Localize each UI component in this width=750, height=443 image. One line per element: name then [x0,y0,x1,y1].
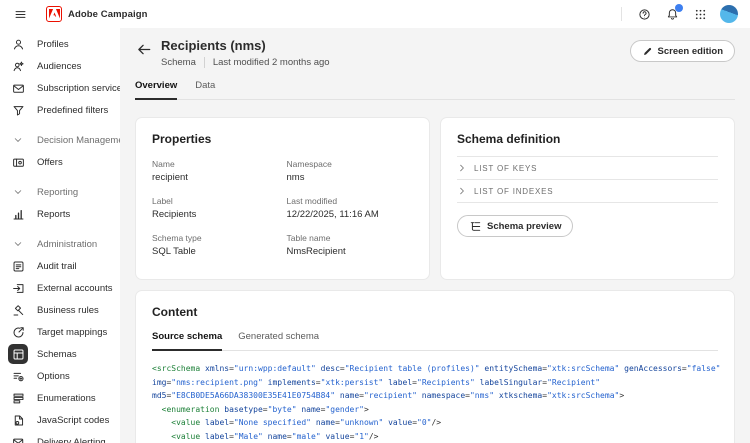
sidebar-item-predefined-filters[interactable]: Predefined filters [0,99,120,121]
content-tab-source-schema[interactable]: Source schema [152,331,222,351]
content-tab-generated-schema[interactable]: Generated schema [238,331,319,351]
back-arrow-icon [137,42,152,57]
app-name: Adobe Campaign [68,9,148,20]
sidebar: Profiles Audiences Subscription services… [0,28,120,443]
property-field-last-modified: Last modified 12/22/2025, 11:16 AM [287,196,414,220]
pencil-icon [642,46,653,57]
brand: Adobe Campaign [46,6,148,22]
properties-card: Properties Name recipient Namespace nms [135,117,430,280]
properties-title: Properties [152,132,413,146]
sidebar-item-business-rules[interactable]: Business rules [0,299,120,321]
property-field-label: Label Recipients [152,196,279,220]
back-button[interactable] [135,40,153,58]
subtitle-divider [204,57,205,68]
topbar-action-button[interactable] [692,6,709,23]
sidebar-item-reporting[interactable]: Reporting [0,181,120,203]
sidebar-item-schemas[interactable]: Schemas [0,343,120,365]
main-content: Recipients (nms) Schema Last modified 2 … [120,28,750,443]
audiences-icon [8,56,28,76]
property-field-namespace: Namespace nms [287,159,414,183]
filter-icon [8,100,28,120]
options-icon [8,366,28,386]
screen-edition-button[interactable]: Screen edition [630,40,735,62]
page-subtitle: Schema Last modified 2 months ago [161,57,330,68]
code-line: img="nms:recipient.png" implements="xtk:… [152,376,718,390]
topbar: Adobe Campaign [0,0,750,28]
page-title: Recipients (nms) [161,38,330,53]
hamburger-menu-button[interactable] [10,4,30,24]
source-code[interactable]: <srcSchema xmlns="urn:wpp:default" desc=… [152,362,718,443]
adobe-logo-icon [46,6,62,22]
delivery-alerting-icon [8,432,28,443]
chevron-right-icon [457,186,467,196]
external-accounts-icon [8,278,28,298]
topbar-action-button[interactable] [664,6,681,23]
schema-definition-card: Schema definition LIST OF KEYS LIST OF I… [440,117,735,280]
menu-icon [14,8,27,21]
topbar-divider [621,7,622,21]
tree-icon [469,220,482,233]
last-modified-label: Last modified 2 months ago [213,57,330,68]
content-card: Content Source schema Generated schema <… [135,290,735,443]
tab-overview[interactable]: Overview [135,80,177,100]
schema-definition-title: Schema definition [457,132,718,146]
chevron-down-icon [8,234,28,254]
sidebar-item-audiences[interactable]: Audiences [0,55,120,77]
page-tabs: Overview Data [135,80,735,100]
code-line: <value label="None specified" name="unkn… [152,416,718,430]
business-rules-icon [8,300,28,320]
audit-trail-icon [8,256,28,276]
object-type-label: Schema [161,57,196,68]
enumerations-icon [8,388,28,408]
content-title: Content [152,305,718,319]
tab-data[interactable]: Data [195,80,215,100]
code-line: md5="E8CB0DE5A66DA38300E35E41E0754B84" n… [152,389,718,403]
schemas-icon [8,344,28,364]
sidebar-item-external-accounts[interactable]: External accounts [0,277,120,299]
property-field-table-name: Table name NmsRecipient [287,233,414,257]
sidebar-item-enumerations[interactable]: Enumerations [0,387,120,409]
sidebar-item-audit-trail[interactable]: Audit trail [0,255,120,277]
chevron-down-icon [8,182,28,202]
notification-badge [675,4,683,12]
property-field-schema-type: Schema type SQL Table [152,233,279,257]
title-block: Recipients (nms) Schema Last modified 2 … [161,38,330,68]
properties-grid: Name recipient Namespace nms Label Recip… [152,159,413,257]
sidebar-item-offers[interactable]: Offers [0,151,120,173]
bar-chart-icon [8,204,28,224]
code-line: <srcSchema xmlns="urn:wpp:default" desc=… [152,362,718,376]
javascript-codes-icon [8,410,28,430]
sidebar-item-javascript-codes[interactable]: JavaScript codes [0,409,120,431]
sidebar-item-delivery-alerting[interactable]: Delivery Alerting [0,431,120,443]
property-field-name: Name recipient [152,159,279,183]
target-mappings-icon [8,322,28,342]
sidebar-item-profiles[interactable]: Profiles [0,33,120,55]
sidebar-item-target-mappings[interactable]: Target mappings [0,321,120,343]
sidebar-item-options[interactable]: Options [0,365,120,387]
envelope-icon [8,78,28,98]
sidebar-item-administration[interactable]: Administration [0,233,120,255]
sidebar-item-decision-management[interactable]: Decision Management [0,129,120,151]
accordion-list-of-keys[interactable]: LIST OF KEYS [457,157,718,180]
chevron-right-icon [457,163,467,173]
topbar-action-button[interactable] [636,6,653,23]
accordion-list-of-indexes[interactable]: LIST OF INDEXES [457,180,718,203]
content-tabs: Source schema Generated schema [152,331,718,351]
offers-icon [8,152,28,172]
apps-grid-icon [694,8,707,21]
topbar-actions [621,5,738,23]
chevron-down-icon [8,130,28,150]
code-line: <value label="Male" name="male" value="1… [152,430,718,443]
user-icon [8,34,28,54]
code-line: <enumeration basetype="byte" name="gende… [152,403,718,417]
sidebar-item-subscription-services[interactable]: Subscription services [0,77,120,99]
page-header: Recipients (nms) Schema Last modified 2 … [135,38,735,68]
help-icon [638,8,651,21]
sidebar-item-reports[interactable]: Reports [0,203,120,225]
user-avatar[interactable] [720,5,738,23]
schema-preview-button[interactable]: Schema preview [457,215,573,237]
